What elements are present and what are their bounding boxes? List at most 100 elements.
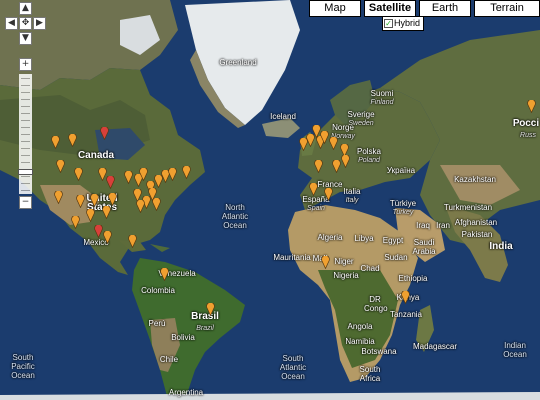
pan-down-button[interactable]: ▼ xyxy=(19,32,32,45)
map-marker[interactable] xyxy=(329,137,338,150)
zoom-tick xyxy=(21,148,30,149)
map-marker[interactable] xyxy=(100,127,109,140)
label-mauritania: Mauritania xyxy=(273,253,311,262)
pan-center-button[interactable]: ✥ xyxy=(19,17,32,30)
hybrid-checkbox[interactable]: ✓ xyxy=(384,19,393,28)
label-colombia: Colombia xyxy=(141,286,175,295)
map-marker[interactable] xyxy=(341,155,350,168)
map-type-satellite-button[interactable]: Satellite xyxy=(364,0,416,17)
map-marker[interactable] xyxy=(314,160,323,173)
label-pakistan: Pakistan xyxy=(461,230,493,239)
map-marker[interactable] xyxy=(86,209,95,222)
map-marker[interactable] xyxy=(71,216,80,229)
map-marker[interactable] xyxy=(68,134,77,147)
label-italy: Italy xyxy=(345,197,359,204)
label-bolivia: Bolivia xyxy=(171,333,195,342)
label-rossia: Россі xyxy=(512,118,540,129)
hybrid-label: Hybrid xyxy=(394,18,421,28)
map-marker[interactable] xyxy=(51,136,60,149)
map-marker[interactable] xyxy=(182,166,191,179)
label-south-pacific: South Pacific Ocean xyxy=(4,353,42,380)
label-sweden: Sweden xyxy=(348,120,374,127)
map-marker[interactable] xyxy=(74,168,83,181)
label-canada: Canada xyxy=(77,150,115,161)
pan-right-button[interactable]: ▶ xyxy=(33,17,46,30)
map-marker[interactable] xyxy=(320,131,329,144)
zoom-tick xyxy=(21,85,30,86)
zoom-slider-thumb[interactable] xyxy=(18,169,33,176)
label-suomi: Suomi xyxy=(370,89,394,98)
map-marker[interactable] xyxy=(401,291,410,304)
zoom-tick xyxy=(21,113,30,114)
label-north-atlantic: North Atlantic Ocean xyxy=(215,203,255,230)
label-russia: Russ xyxy=(520,132,536,139)
map-type-terrain-button[interactable]: Terrain xyxy=(474,0,540,17)
map-type-earth-button[interactable]: Earth xyxy=(419,0,471,17)
label-indian-ocean: Indian Ocean xyxy=(499,341,531,359)
label-botswana: Botswana xyxy=(361,347,397,356)
zoom-out-button[interactable]: − xyxy=(19,196,32,209)
map-marker[interactable] xyxy=(160,268,169,281)
label-south-atlantic-text: South Atlantic Ocean xyxy=(279,354,307,381)
label-egypt: Egypt xyxy=(382,236,404,245)
zoom-tick xyxy=(21,127,30,128)
map-marker[interactable] xyxy=(168,168,177,181)
pan-zoom-control: ▲ ◀ ✥ ▶ ▼ + − xyxy=(4,2,48,212)
map-marker[interactable] xyxy=(527,100,536,113)
map-marker[interactable] xyxy=(324,188,333,201)
map-marker[interactable] xyxy=(54,191,63,204)
zoom-tick xyxy=(21,134,30,135)
map-marker[interactable] xyxy=(139,168,148,181)
map-marker[interactable] xyxy=(94,225,103,238)
label-chile: Chile xyxy=(159,355,179,364)
map-marker[interactable] xyxy=(321,256,330,269)
map-marker[interactable] xyxy=(102,206,111,219)
label-argentina: Argentina xyxy=(168,388,204,397)
pan-left-button[interactable]: ◀ xyxy=(5,17,18,30)
map-canvas[interactable]: Greenland Iceland Canada United States M… xyxy=(0,0,540,400)
label-tanzania: Tanzania xyxy=(389,310,423,319)
label-turkmenistan: Turkmenistan xyxy=(443,203,493,212)
label-algeria: Algeria xyxy=(317,233,343,242)
map-marker[interactable] xyxy=(128,235,137,248)
label-turkiye: Türkiye xyxy=(389,199,417,208)
map-marker[interactable] xyxy=(124,171,133,184)
zoom-tick xyxy=(21,155,30,156)
map-marker[interactable] xyxy=(76,195,85,208)
map-marker[interactable] xyxy=(106,176,115,189)
map-marker[interactable] xyxy=(103,231,112,244)
label-niger: Niger xyxy=(334,257,354,266)
label-spain: Spain xyxy=(307,205,325,212)
label-peru: Perú xyxy=(148,319,166,328)
map-marker[interactable] xyxy=(136,200,145,213)
label-libya: Libya xyxy=(354,234,374,243)
label-saudi-arabia: Saudi Arabia xyxy=(411,238,437,256)
map-marker[interactable] xyxy=(309,183,318,196)
map-type-map-button[interactable]: Map xyxy=(309,0,361,17)
zoom-tick xyxy=(21,141,30,142)
label-iran: Iran xyxy=(436,221,450,230)
zoom-tick xyxy=(21,176,30,177)
map-marker[interactable] xyxy=(206,303,215,316)
map-marker[interactable] xyxy=(332,160,341,173)
zoom-slider-track[interactable] xyxy=(19,74,32,194)
label-south-africa-text: South Africa xyxy=(359,365,381,383)
label-south-atlantic: South Atlantic Ocean xyxy=(273,354,313,381)
pan-up-button[interactable]: ▲ xyxy=(19,2,32,15)
label-poland: Poland xyxy=(358,157,380,164)
zoom-tick xyxy=(21,120,30,121)
map-marker[interactable] xyxy=(152,198,161,211)
label-iceland: Iceland xyxy=(270,112,296,121)
map-marker[interactable] xyxy=(108,193,117,206)
label-sudan: Sudan xyxy=(384,253,408,262)
zoom-tick xyxy=(21,106,30,107)
hybrid-toggle[interactable]: ✓ Hybrid xyxy=(382,16,425,31)
map-marker[interactable] xyxy=(56,160,65,173)
map-marker[interactable] xyxy=(90,194,99,207)
label-sverige: Sverige xyxy=(347,110,375,119)
label-angola: Angola xyxy=(347,322,373,331)
map-type-control: Map Satellite Earth Terrain xyxy=(306,0,540,17)
zoom-in-button[interactable]: + xyxy=(19,58,32,71)
label-chad: Chad xyxy=(360,264,380,273)
label-afghanistan: Afghanistan xyxy=(454,218,498,227)
